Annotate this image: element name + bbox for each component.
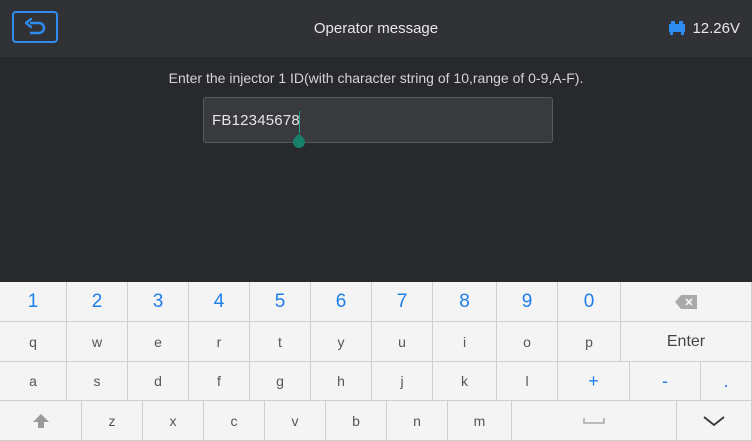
space-button[interactable] — [512, 401, 677, 441]
key-9[interactable]: 9 — [497, 282, 558, 322]
back-arrow-icon — [25, 18, 46, 35]
key-n[interactable]: n — [387, 401, 448, 441]
key-d[interactable]: d — [128, 362, 189, 401]
key-v[interactable]: v — [265, 401, 326, 441]
page-title: Operator message — [313, 20, 439, 37]
key-j[interactable]: j — [372, 362, 433, 401]
key-5[interactable]: 5 — [250, 282, 311, 322]
key-u[interactable]: u — [372, 322, 433, 362]
key-g[interactable]: g — [250, 362, 311, 401]
key-r[interactable]: r — [189, 322, 250, 362]
header-bar: Operator message 12.26V — [0, 0, 752, 57]
key-3[interactable]: 3 — [128, 282, 189, 322]
key-w[interactable]: w — [67, 322, 128, 362]
key-y[interactable]: y — [311, 322, 372, 362]
key-k[interactable]: k — [433, 362, 497, 401]
prompt-text: Enter the injector 1 ID(with character s… — [168, 70, 584, 86]
injector-id-input[interactable]: FB12345678 — [203, 97, 553, 143]
key-e[interactable]: e — [128, 322, 189, 362]
enter-button[interactable]: Enter — [621, 322, 752, 362]
key-b[interactable]: b — [326, 401, 387, 441]
back-button[interactable] — [12, 11, 58, 43]
key-o[interactable]: o — [497, 322, 558, 362]
space-bar-icon — [583, 417, 605, 424]
key-4[interactable]: 4 — [189, 282, 250, 322]
key-l[interactable]: l — [497, 362, 558, 401]
key-8[interactable]: 8 — [433, 282, 497, 322]
key-z[interactable]: z — [82, 401, 143, 441]
key-m[interactable]: m — [448, 401, 512, 441]
key-i[interactable]: i — [433, 322, 497, 362]
key-2[interactable]: 2 — [67, 282, 128, 322]
chevron-down-icon — [703, 415, 725, 426]
hide-keyboard-button[interactable] — [677, 401, 752, 441]
key-t[interactable]: t — [250, 322, 311, 362]
key-1[interactable]: 1 — [0, 282, 67, 322]
vehicle-battery-icon — [669, 21, 685, 35]
key-0[interactable]: 0 — [558, 282, 621, 322]
key-c[interactable]: c — [204, 401, 265, 441]
key-s[interactable]: s — [67, 362, 128, 401]
text-caret — [299, 111, 300, 133]
key-plus[interactable]: + — [558, 362, 630, 401]
key-6[interactable]: 6 — [311, 282, 372, 322]
key-x[interactable]: x — [143, 401, 204, 441]
backspace-icon — [675, 294, 697, 309]
onscreen-keyboard: 1 2 3 4 5 6 7 8 9 0 q w e r t y u i o p … — [0, 282, 752, 441]
key-a[interactable]: a — [0, 362, 67, 401]
key-7[interactable]: 7 — [372, 282, 433, 322]
input-value: FB12345678 — [212, 112, 300, 129]
shift-arrow-icon — [32, 413, 49, 428]
battery-voltage: 12.26V — [692, 20, 740, 37]
shift-button[interactable] — [0, 401, 82, 441]
key-f[interactable]: f — [189, 362, 250, 401]
key-dot[interactable]: . — [701, 362, 752, 401]
key-h[interactable]: h — [311, 362, 372, 401]
backspace-button[interactable] — [621, 282, 752, 322]
key-minus[interactable]: - — [630, 362, 701, 401]
key-q[interactable]: q — [0, 322, 67, 362]
key-p[interactable]: p — [558, 322, 621, 362]
